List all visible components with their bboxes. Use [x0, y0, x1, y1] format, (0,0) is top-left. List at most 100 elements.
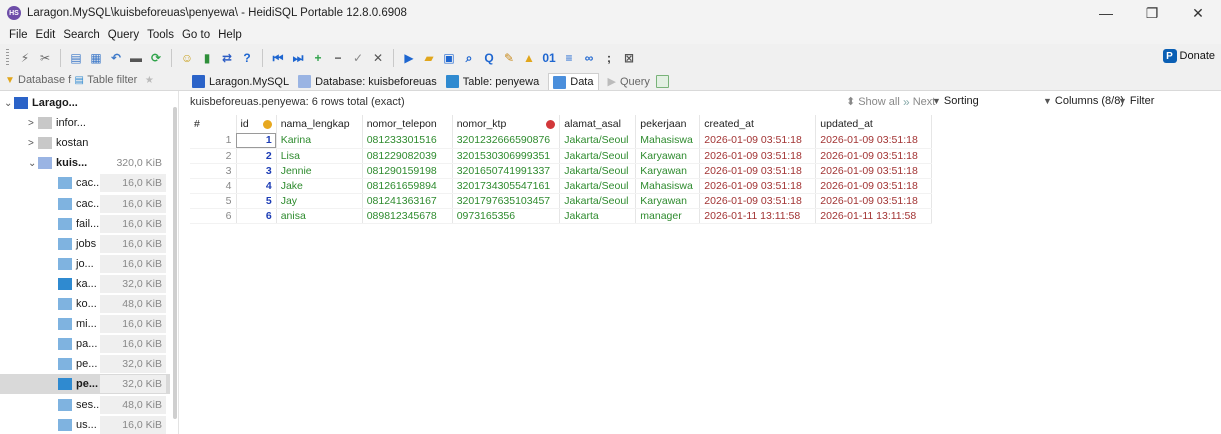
sorting-button[interactable]: ▼ Sorting [932, 95, 979, 107]
last-record-icon[interactable]: ⏭ [290, 50, 306, 66]
filter-button[interactable]: ▼ Filter [1118, 95, 1154, 107]
cell-updated-at[interactable]: 2026-01-09 03:51:18 [815, 178, 933, 194]
tree-item[interactable]: ⌄ kuis... 320,0 KiB [0, 153, 170, 173]
column-header-created-at[interactable]: created_at [699, 115, 817, 133]
cell-nomor-ktp[interactable]: 3201650741991337 [452, 163, 561, 179]
cancel-icon[interactable]: ✕ [370, 50, 386, 66]
tree-item[interactable]: mi... 16,0 KiB [0, 314, 170, 334]
format-icon[interactable]: ✎ [501, 50, 517, 66]
column-header-id[interactable]: id [236, 115, 277, 133]
column-header-alamat-asal[interactable]: alamat_asal [559, 115, 637, 133]
cell-created-at[interactable]: 2026-01-09 03:51:18 [699, 178, 817, 194]
cell-id[interactable]: 4 [236, 178, 277, 194]
cell-nomor-ktp[interactable]: 3201734305547161 [452, 178, 561, 194]
cell-nomor-telepon[interactable]: 081229082039 [362, 148, 453, 164]
table-row[interactable]: 1 1 Karina 081233301516 3201232666590876 Jaka… [190, 133, 933, 149]
post-icon[interactable]: ✓ [350, 50, 366, 66]
refresh-icon[interactable]: ⟳ [148, 50, 164, 66]
cell-alamat-asal[interactable]: Jakarta/Seoul [559, 178, 637, 194]
cell-id[interactable]: 5 [236, 193, 277, 209]
add-record-icon[interactable]: + [310, 50, 326, 66]
copy-icon[interactable]: ▤ [68, 50, 84, 66]
table-row[interactable]: 6 6 anisa 089812345678 0973165356 Jakarta mana… [190, 208, 933, 224]
tree-item[interactable]: cac... 16,0 KiB [0, 194, 170, 214]
tree-item[interactable]: ko... 48,0 KiB [0, 294, 170, 314]
database-filter-tab[interactable]: Database f [18, 74, 71, 86]
tree-item[interactable]: ses... 48,0 KiB [0, 395, 170, 415]
star-icon[interactable]: ★ [143, 74, 155, 86]
donate-button[interactable]: P Donate [1162, 49, 1215, 63]
tree-item[interactable]: jobs 16,0 KiB [0, 234, 170, 254]
chevron-down-icon[interactable]: ⌄ [28, 158, 36, 169]
wrap-icon[interactable]: ≡ [561, 50, 577, 66]
cell-pekerjaan[interactable]: manager [635, 208, 701, 224]
run-icon[interactable]: ▶ [401, 50, 417, 66]
chevron-right-icon[interactable]: > [28, 118, 34, 129]
search-icon[interactable]: ⌕ [461, 50, 477, 66]
table-row[interactable]: 4 4 Jake 081261659894 3201734305547161 Jakart… [190, 178, 933, 194]
cell-updated-at[interactable]: 2026-01-11 13:11:58 [815, 208, 933, 224]
table-row[interactable]: 3 3 Jennie 081290159198 3201650741991337 Jaka… [190, 163, 933, 179]
menu-query[interactable]: Query [104, 29, 143, 41]
tree-item[interactable]: us... 16,0 KiB [0, 415, 170, 434]
menu-search[interactable]: Search [59, 29, 103, 41]
warning-icon[interactable]: ▲ [521, 50, 537, 66]
undo-icon[interactable]: ↶ [108, 50, 124, 66]
first-record-icon[interactable]: ⏮ [270, 50, 286, 66]
cell-nomor-telepon[interactable]: 081290159198 [362, 163, 453, 179]
toolbar-grip[interactable] [6, 49, 9, 67]
cell-nama-lengkap[interactable]: Karina [276, 133, 363, 149]
disconnect-icon[interactable]: ✂ [37, 50, 53, 66]
tree-item[interactable]: ka... 32,0 KiB [0, 274, 170, 294]
cell-created-at[interactable]: 2026-01-09 03:51:18 [699, 193, 817, 209]
cell-updated-at[interactable]: 2026-01-09 03:51:18 [815, 193, 933, 209]
cell-nama-lengkap[interactable]: Jennie [276, 163, 363, 179]
menu-edit[interactable]: Edit [32, 29, 60, 41]
show-all-button[interactable]: ⬍ Show all [846, 95, 900, 109]
user-manager-icon[interactable]: ☺ [179, 50, 195, 66]
column-header-nama-lengkap[interactable]: nama_lengkap [276, 115, 363, 133]
tree-item[interactable]: cac... 16,0 KiB [0, 173, 170, 193]
binary-icon[interactable]: 01 [541, 50, 557, 66]
tab-data[interactable]: Data [548, 73, 599, 90]
cell-created-at[interactable]: 2026-01-09 03:51:18 [699, 148, 817, 164]
tree-item[interactable]: pe... 32,0 KiB [0, 354, 170, 374]
cell-pekerjaan[interactable]: Karyawan [635, 163, 701, 179]
cell-nomor-telepon[interactable]: 081233301516 [362, 133, 453, 149]
cell-pekerjaan[interactable]: Mahasiswa [635, 133, 701, 149]
cell-id[interactable]: 3 [236, 163, 277, 179]
tab-table[interactable]: Table: penyewa [445, 75, 539, 88]
cell-alamat-asal[interactable]: Jakarta [559, 208, 637, 224]
cell-nomor-ktp[interactable]: 3201232666590876 [452, 133, 561, 149]
chevron-right-icon[interactable]: > [28, 138, 34, 149]
cell-id[interactable]: 2 [236, 148, 277, 164]
semicolon-icon[interactable]: ; [601, 50, 617, 66]
menu-tools[interactable]: Tools [143, 29, 178, 41]
menu-help[interactable]: Help [214, 29, 246, 41]
cell-nomor-telepon[interactable]: 081241363167 [362, 193, 453, 209]
cell-nomor-ktp[interactable]: 3201797635103457 [452, 193, 561, 209]
column-header-updated-at[interactable]: updated_at [815, 115, 933, 133]
table-row[interactable]: 2 2 Lisa 081229082039 3201530306999351 Jakart… [190, 148, 933, 164]
cell-created-at[interactable]: 2026-01-09 03:51:18 [699, 163, 817, 179]
column-header-rownum[interactable]: # [190, 115, 237, 133]
cell-alamat-asal[interactable]: Jakarta/Seoul [559, 133, 637, 149]
close-window-button[interactable]: ✕ [1175, 0, 1221, 26]
import-icon[interactable]: ▮ [199, 50, 215, 66]
help-icon[interactable]: ? [239, 50, 255, 66]
chevron-down-icon[interactable]: ⌄ [4, 98, 12, 109]
cell-updated-at[interactable]: 2026-01-09 03:51:18 [815, 148, 933, 164]
column-header-pekerjaan[interactable]: pekerjaan [635, 115, 701, 133]
cell-nomor-ktp[interactable]: 0973165356 [452, 208, 561, 224]
tree-item[interactable]: pe... 32,0 KiB [0, 374, 170, 395]
tree-scrollbar[interactable] [173, 107, 177, 419]
tree-item[interactable]: fail... 16,0 KiB [0, 214, 170, 234]
find-icon[interactable]: Q [481, 50, 497, 66]
cell-created-at[interactable]: 2026-01-11 13:11:58 [699, 208, 817, 224]
column-header-nomor-ktp[interactable]: nomor_ktp [452, 115, 561, 133]
close-tab-icon[interactable]: ⊠ [621, 50, 637, 66]
tree-item[interactable]: jo... 16,0 KiB [0, 254, 170, 274]
folder-icon[interactable]: ▰ [421, 50, 437, 66]
cell-nomor-ktp[interactable]: 3201530306999351 [452, 148, 561, 164]
cell-nomor-telepon[interactable]: 081261659894 [362, 178, 453, 194]
